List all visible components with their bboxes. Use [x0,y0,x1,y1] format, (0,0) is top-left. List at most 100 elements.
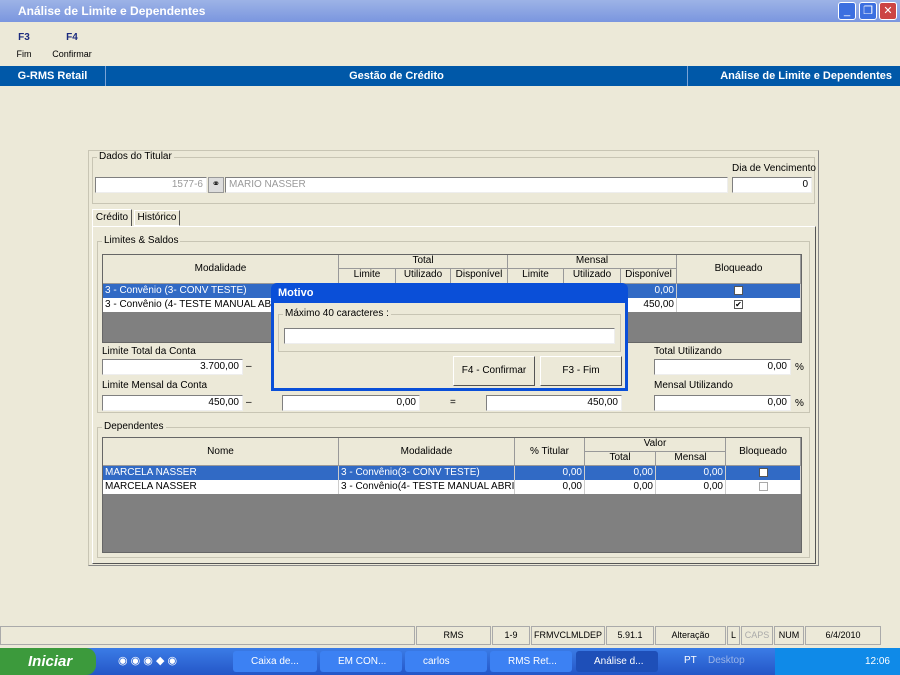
limite-mensal-label: Limite Mensal da Conta [102,380,208,391]
col-modalidade: Modalidade [339,438,515,466]
bloqueado-checkbox[interactable] [734,285,743,295]
toolbar-fim-button[interactable]: F3 Fim [12,32,36,59]
col-bloqueado: Bloqueado [677,255,801,284]
dependentes-grid: Nome Modalidade % Titular Valor Total Me… [102,437,802,553]
col-modalidade: Modalidade [103,255,339,284]
tab-credito[interactable]: Crédito [92,209,132,227]
key-label: F4 [66,32,78,43]
col-mensal-disponivel: Disponível [621,269,677,284]
mensal-disponivel-field[interactable]: 450,00 [486,395,622,411]
taskbar-item[interactable]: Caixa de... [233,651,317,672]
cell-mensal-disponivel: 0,00 [621,284,677,298]
status-empty [0,626,415,645]
toolbar-confirmar-button[interactable]: F4 Confirmar [50,32,94,59]
maximize-button[interactable]: ❐ [859,2,877,20]
group-label: Dependentes [102,421,166,432]
motivo-input[interactable] [284,328,615,344]
taskbar-item[interactable]: RMS Ret... [490,651,572,672]
col-nome: Nome [103,438,339,466]
col-valor: Valor [585,438,726,452]
bloqueado-checkbox[interactable] [758,467,768,477]
mensal-utilizando-field[interactable]: 0,00 [654,395,791,411]
cell-modalidade: 3 - Convênio(4- TESTE MANUAL ABRIL [339,480,515,494]
minus-sign: – [246,397,252,408]
dialog-title: Motivo [278,287,314,299]
status-l: L [727,626,740,645]
cell-mensal-disponivel: 450,00 [621,298,677,312]
taskbar-item-active[interactable]: Análise d... [576,651,658,672]
dia-vencimento-field[interactable]: 0 [732,177,812,193]
minimize-button[interactable]: _ [838,2,856,20]
col-pct-titular: % Titular [515,438,585,466]
minus-sign: – [246,361,252,372]
cell-pct: 0,00 [515,466,585,480]
taskbar-item[interactable]: carlos [405,651,487,672]
status-caps: CAPS [741,626,773,645]
cell-modalidade: 3 - Convênio(3- CONV TESTE) [339,466,515,480]
percent-sign: % [795,398,804,409]
header-band: G-RMS Retail Gestão de Crédito Análise d… [0,66,900,86]
col-bloqueado: Bloqueado [726,438,801,466]
cell-nome: MARCELA NASSER [103,466,339,480]
col-mensal-utilizado: Utilizado [564,269,621,284]
col-valor-mensal: Mensal [656,452,726,466]
group-label: Máximo 40 caracteres : [283,308,391,319]
status-version: 5.91.1 [606,626,654,645]
system-tray: 12:06 [775,648,900,675]
desktop-toolbar[interactable]: Desktop [708,655,745,666]
status-num: NUM [774,626,804,645]
mensal-utilizando-label: Mensal Utilizando [654,380,733,391]
group-label: Dados do Titular [97,151,174,162]
titular-code-field[interactable]: 1577-6 [95,177,207,193]
button-label: Confirmar [52,49,92,59]
limite-mensal-field[interactable]: 450,00 [102,395,243,411]
total-utilizando-field[interactable]: 0,00 [654,359,791,375]
group-label: Limites & Saldos [102,235,181,246]
taskbar-item[interactable]: EM CON... [320,651,402,672]
bloqueado-checkbox[interactable] [758,481,768,491]
cell-total: 0,00 [585,466,656,480]
status-date: 6/4/2010 [805,626,881,645]
band-right: Análise de Limite e Dependentes [720,70,892,82]
band-left: G-RMS Retail [0,66,106,86]
close-button[interactable]: ✕ [879,2,897,20]
col-mensal-limite: Limite [508,269,564,284]
status-form: FRMVCLMLDEP [531,626,605,645]
window-title: Análise de Limite e Dependentes [18,4,206,18]
status-mode: Alteração [655,626,726,645]
col-mensal: Mensal [508,255,677,269]
status-code: 1-9 [492,626,530,645]
col-total-disponivel: Disponível [451,269,508,284]
cell-pct: 0,00 [515,480,585,494]
bloqueado-checkbox[interactable]: ✔ [734,299,743,309]
cell-nome: MARCELA NASSER [103,480,339,494]
col-total: Total [339,255,508,269]
quick-launch-icons[interactable]: ◉ ◉ ◉ ◆ ◉ [118,654,177,667]
col-total-utilizado: Utilizado [396,269,451,284]
language-indicator[interactable]: PT [684,655,697,666]
key-label: F3 [18,32,30,43]
equals-sign: = [450,397,456,408]
cell-total: 0,00 [585,480,656,494]
total-utilizando-label: Total Utilizando [654,346,722,357]
title-bar: Análise de Limite e Dependentes [0,0,900,22]
titular-name-field: MARIO NASSER [225,177,728,193]
mensal-utilizado-field[interactable]: 0,00 [282,395,420,411]
tab-historico[interactable]: Histórico [134,210,180,226]
fim-button[interactable]: F3 - Fim [540,356,622,386]
start-button[interactable]: Iniciar [0,648,96,675]
limite-total-field[interactable]: 3.700,00 [102,359,243,375]
percent-sign: % [795,362,804,373]
status-app: RMS [416,626,491,645]
col-valor-total: Total [585,452,656,466]
binoculars-search-icon[interactable]: ⚭ [208,177,224,193]
confirm-button[interactable]: F4 - Confirmar [453,356,535,386]
dia-vencimento-label: Dia de Vencimento [732,163,816,174]
cell-mensal: 0,00 [656,466,726,480]
button-label: Fim [16,49,32,59]
clock: 12:06 [864,656,890,667]
start-label: Iniciar [28,653,73,670]
motivo-dialog: Motivo Máximo 40 caracteres : F4 - Confi… [271,283,628,391]
limite-total-label: Limite Total da Conta [102,346,196,357]
col-total-limite: Limite [339,269,396,284]
